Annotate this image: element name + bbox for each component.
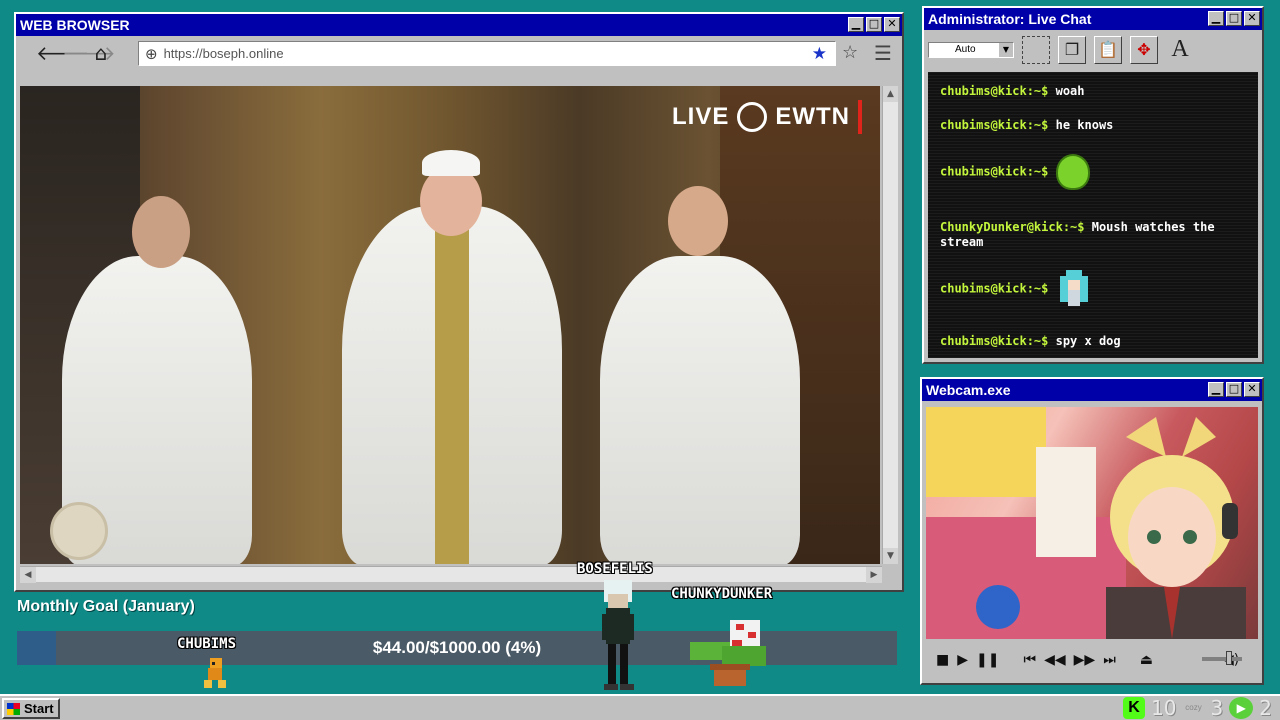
media-controls: ■ ▶ ❚❚ ⏮ ◀◀ ▶▶ ⏭ ⏏ ◀) (926, 645, 1258, 675)
rewind-icon[interactable]: ◀◀ (1044, 652, 1066, 668)
windows-logo-icon (7, 703, 20, 715)
bosefelis-sprite (596, 580, 640, 692)
paste-icon[interactable]: 📋 (1094, 36, 1122, 64)
webcam-titlebar[interactable]: Webcam.exe ▁ □ ✕ (922, 379, 1262, 401)
browser-title: WEB BROWSER (20, 17, 130, 33)
avatar-name-chubims: CHUBIMS (177, 636, 237, 652)
webcam-title: Webcam.exe (926, 382, 1011, 398)
browser-titlebar[interactable]: WEB BROWSER ▁ □ ✕ (16, 14, 902, 36)
volume-slider[interactable] (1202, 657, 1242, 661)
copy-icon[interactable]: ❐ (1058, 36, 1086, 64)
browser-window: WEB BROWSER ▁ □ ✕ 🡐 🡒 ⌂ ⊕ https://boseph… (14, 12, 904, 592)
minimize-button[interactable]: ▁ (848, 17, 864, 32)
skip-start-icon[interactable]: ⏮ (1023, 652, 1036, 668)
chat-message: chubims@kick:~$ (940, 268, 1250, 310)
scroll-up-icon[interactable]: ▲ (883, 86, 898, 102)
avatar-name-bosefelis: BOSEFELIS (577, 561, 653, 577)
webcam-window: Webcam.exe ▁ □ ✕ ■ ▶ ❚❚ ⏮ ◀◀ ▶▶ ⏭ ⏏ (920, 377, 1264, 685)
close-button[interactable]: ✕ (1244, 11, 1260, 26)
close-button[interactable]: ✕ (884, 17, 900, 32)
chubims-sprite (200, 656, 230, 692)
minimize-button[interactable]: ▁ (1208, 382, 1224, 397)
font-icon[interactable]: A (1166, 36, 1194, 64)
back-arrow-icon[interactable]: 🡐 (36, 40, 90, 66)
forward-arrow-icon[interactable]: 🡒 (62, 40, 116, 66)
dropdown-arrow-icon[interactable]: ▼ (999, 43, 1013, 57)
person-right (600, 256, 800, 564)
chat-text: woah (1055, 84, 1085, 98)
chat-message: chubims@kick:~$ woah (940, 84, 1250, 99)
scroll-down-icon[interactable]: ▼ (883, 548, 898, 564)
start-button[interactable]: Start (2, 698, 60, 719)
vertical-scrollbar[interactable]: ▲ ▼ (882, 86, 898, 564)
chat-username: ChunkyDunker@kick:~$ (940, 220, 1085, 234)
maximize-button[interactable]: □ (1226, 382, 1242, 397)
chat-text: spy x dog (1055, 334, 1121, 348)
seal-icon (50, 502, 108, 560)
goal-title: Monthly Goal (January) (17, 598, 195, 615)
hamburger-menu-icon[interactable]: ☰ (874, 41, 892, 65)
stop-icon[interactable]: ■ (936, 652, 949, 668)
chat-username: chubims@kick:~$ (940, 281, 1049, 296)
favorites-star-icon[interactable]: ☆ (842, 42, 858, 63)
chat-message: chubims@kick:~$ (940, 154, 1250, 190)
volume-knob[interactable] (1226, 651, 1232, 665)
chat-message: chubims@kick:~$ he knows (940, 118, 1250, 133)
move-icon[interactable]: ✥ (1130, 36, 1158, 64)
font-size-value: Auto (955, 44, 976, 55)
kick-count: 10 (1151, 696, 1177, 720)
taskbar: Start K 10 cozy 3 ▶ 2 (0, 694, 1280, 720)
chat-username: chubims@kick:~$ (940, 118, 1049, 132)
chat-message: chubims@kick:~$ spy x dog (940, 334, 1250, 349)
webcam-video[interactable] (926, 407, 1258, 639)
maximize-button[interactable]: □ (866, 17, 882, 32)
anime-girl-emote-icon (1056, 268, 1092, 310)
eject-icon[interactable]: ⏏ (1140, 652, 1153, 668)
video-player[interactable]: LIVE EWTN (20, 86, 880, 564)
rumble-count: 2 (1259, 696, 1272, 720)
ewtn-logo-icon (737, 102, 768, 132)
close-button[interactable]: ✕ (1244, 382, 1260, 397)
scroll-right-icon[interactable]: ▶ (866, 567, 882, 583)
chat-titlebar[interactable]: Administrator: Live Chat ▁ □ ✕ (924, 8, 1262, 30)
select-rect-icon[interactable] (1022, 36, 1050, 64)
chat-username: chubims@kick:~$ (940, 84, 1049, 98)
font-size-select[interactable]: Auto ▼ (928, 42, 1014, 58)
system-tray: K 10 cozy 3 ▶ 2 (1123, 696, 1272, 720)
rumble-play-icon[interactable]: ▶ (1229, 697, 1254, 719)
avatar-name-chunkydunker: CHUNKYDUNKER (671, 586, 773, 602)
skip-end-icon[interactable]: ⏭ (1103, 652, 1116, 668)
chat-window: Administrator: Live Chat ▁ □ ✕ Auto ▼ ❐ … (922, 6, 1264, 364)
chunkydunker-sprite (688, 616, 772, 692)
chat-toolbar: Auto ▼ ❐ 📋 ✥ A (924, 30, 1262, 70)
horizontal-scrollbar[interactable]: ◀ ▶ (20, 566, 882, 583)
chat-log[interactable]: chubims@kick:~$ woah chubims@kick:~$ he … (928, 72, 1258, 358)
home-icon[interactable]: ⌂ (88, 40, 114, 66)
cozy-count: 3 (1210, 696, 1224, 720)
vtuber-avatar-illustration (926, 407, 1246, 639)
url-text[interactable]: https://boseph.online (164, 46, 812, 61)
chat-title: Administrator: Live Chat (928, 11, 1092, 27)
bookmark-star-icon[interactable]: ★ (812, 44, 827, 64)
minimize-button[interactable]: ▁ (1208, 11, 1224, 26)
play-icon[interactable]: ▶ (957, 652, 968, 668)
maximize-button[interactable]: □ (1226, 11, 1242, 26)
scroll-left-icon[interactable]: ◀ (20, 567, 36, 583)
chat-username: chubims@kick:~$ (940, 334, 1049, 348)
green-blob-emote-icon (1055, 154, 1090, 190)
chat-message: ChunkyDunker@kick:~$ Moush watches the s… (940, 220, 1250, 250)
live-badge: LIVE EWTN (672, 100, 862, 134)
pause-icon[interactable]: ❚❚ (976, 652, 999, 668)
chat-text: he knows (1055, 118, 1114, 132)
kick-logo-icon[interactable]: K (1123, 697, 1146, 719)
fast-forward-icon[interactable]: ▶▶ (1074, 652, 1096, 668)
cozy-logo-icon[interactable]: cozy (1183, 697, 1205, 719)
broadcaster-text: EWTN (775, 103, 850, 130)
address-bar[interactable]: ⊕ https://boseph.online ★ (138, 41, 836, 66)
start-label: Start (24, 701, 54, 716)
chat-username: chubims@kick:~$ (940, 164, 1049, 179)
live-text: LIVE (672, 103, 730, 130)
globe-icon: ⊕ (145, 44, 158, 63)
browser-toolbar: 🡐 🡒 ⌂ ⊕ https://boseph.online ★ ☆ ☰ (16, 36, 902, 70)
